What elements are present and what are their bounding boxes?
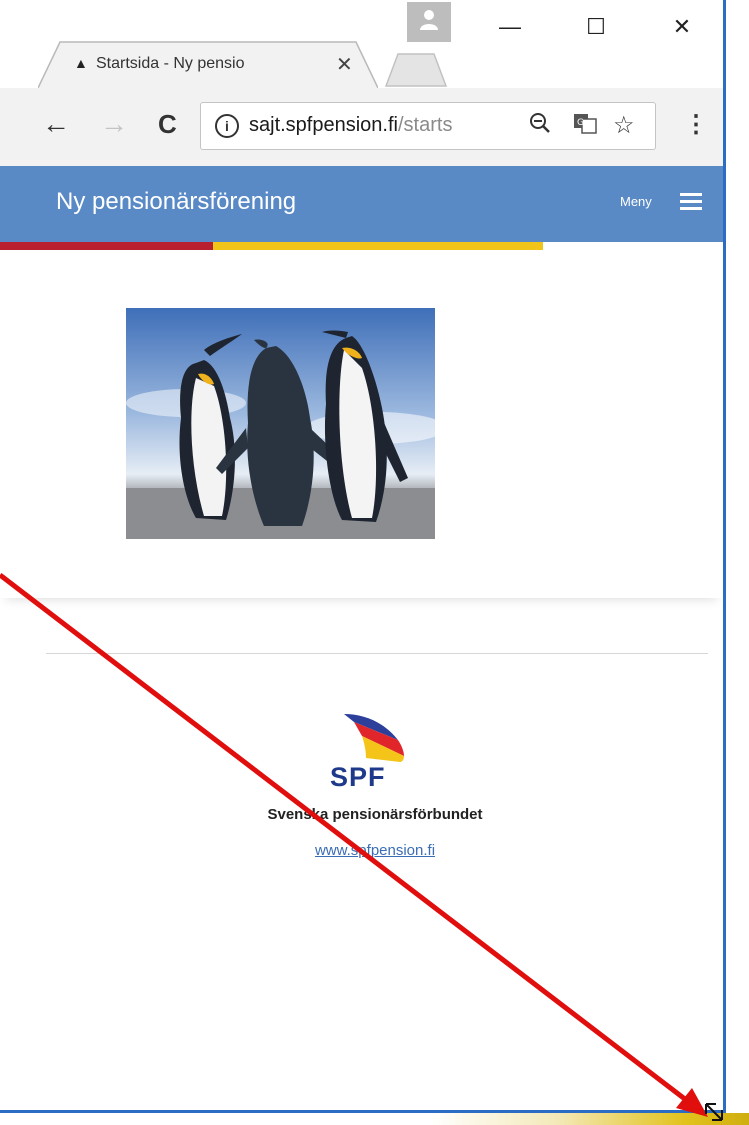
red-arrow-line (0, 573, 696, 1108)
resize-cursor-icon (705, 1103, 723, 1121)
red-arrow-head (676, 1088, 708, 1117)
annotation-overlay (0, 573, 723, 1121)
